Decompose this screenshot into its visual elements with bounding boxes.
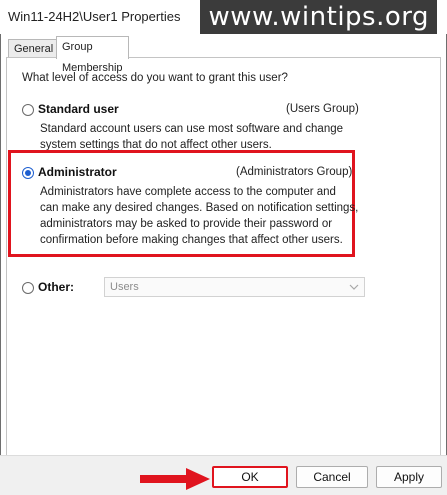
select-value: Users [110, 281, 139, 293]
other-group-select[interactable]: Users [104, 277, 365, 297]
tab-general[interactable]: General [8, 39, 60, 58]
tab-group-membership[interactable]: Group Membership [56, 36, 129, 74]
window-title: Win11-24H2\User1 Properties [8, 9, 181, 24]
standard-user-desc: Standard account users can use most soft… [40, 121, 343, 153]
standard-user-group: (Users Group) [286, 103, 359, 115]
standard-user-radio[interactable] [22, 104, 34, 116]
administrator-desc-line: Administrators have complete access to t… [40, 186, 336, 198]
other-radio[interactable] [22, 282, 34, 294]
administrator-radio[interactable] [22, 167, 34, 179]
watermark-logo: www.wintips.org [200, 0, 437, 34]
administrator-desc-line: confirmation before making changes that … [40, 234, 343, 246]
apply-button[interactable]: Apply [376, 466, 442, 488]
other-label[interactable]: Other: [38, 280, 74, 294]
administrator-desc-line: can make any desired changes. Based on n… [40, 202, 359, 214]
administrator-desc: Administrators have complete access to t… [40, 184, 358, 248]
administrator-group: (Administrators Group) [236, 166, 353, 178]
standard-user-label[interactable]: Standard user [38, 102, 119, 116]
administrator-desc-line: administrators may be asked to provide t… [40, 218, 333, 230]
chevron-down-icon [349, 284, 359, 290]
ok-button[interactable]: OK [212, 466, 288, 488]
standard-desc-line: Standard account users can use most soft… [40, 123, 344, 135]
red-arrow-icon [140, 468, 210, 490]
cancel-button[interactable]: Cancel [296, 466, 368, 488]
administrator-label[interactable]: Administrator [38, 165, 117, 179]
